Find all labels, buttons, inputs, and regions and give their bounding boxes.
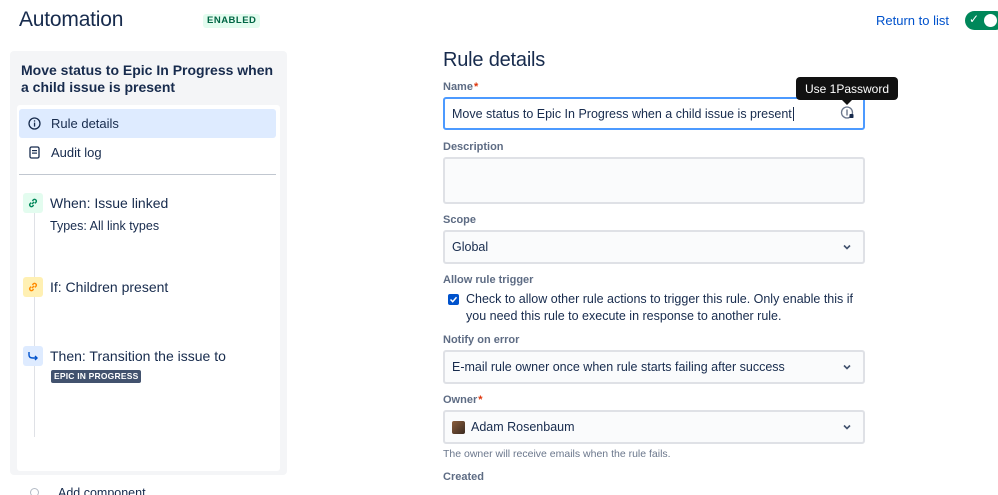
transition-icon	[23, 346, 43, 366]
allow-trigger-description: Check to allow other rule actions to tri…	[466, 292, 853, 323]
name-label-text: Name	[443, 81, 473, 93]
link-icon	[23, 193, 43, 213]
notify-value: E-mail rule owner once when rule starts …	[452, 360, 785, 374]
add-component-dot	[30, 488, 39, 495]
scope-select[interactable]: Global	[443, 230, 865, 264]
required-marker: *	[478, 394, 483, 406]
add-component-link[interactable]: Add component	[58, 486, 146, 495]
owner-label-text: Owner	[443, 394, 478, 406]
return-to-list-link[interactable]: Return to list	[876, 13, 949, 28]
description-input[interactable]	[443, 157, 865, 204]
allow-trigger-checkbox[interactable]	[448, 294, 459, 305]
owner-select[interactable]: Adam Rosenbaum	[443, 410, 865, 444]
form-title: Rule details	[443, 49, 546, 71]
rule-nav-card: Rule details Audit log When: Issue linke…	[17, 105, 280, 495]
owner-label: Owner*	[443, 394, 483, 406]
chevron-down-icon	[843, 364, 851, 370]
chevron-down-icon	[843, 244, 851, 250]
allow-trigger-label: Allow rule trigger	[443, 274, 534, 286]
component-title: If: Children present	[50, 279, 169, 295]
rule-name-input[interactable]: Move status to Epic In Progress when a c…	[443, 97, 865, 130]
info-icon	[28, 117, 41, 130]
name-label: Name*	[443, 81, 478, 93]
nav-item-label: Audit log	[51, 145, 102, 160]
component-title: Then: Transition the issue to	[50, 348, 226, 364]
component-subtitle: Types: All link types	[50, 219, 160, 233]
rule-name-value: Move status to Epic In Progress when a c…	[452, 106, 792, 121]
nav-item-rule-details[interactable]: Rule details	[19, 109, 276, 138]
check-icon: ✓	[969, 12, 980, 26]
chevron-down-icon	[843, 424, 851, 430]
rule-enabled-toggle[interactable]: ✓	[965, 11, 998, 30]
owner-value: Adam Rosenbaum	[471, 420, 575, 434]
description-label: Description	[443, 141, 504, 153]
toggle-knob	[984, 14, 997, 27]
password-manager-icon[interactable]	[840, 105, 855, 120]
nav-item-label: Rule details	[51, 116, 119, 131]
password-manager-tooltip: Use 1Password	[796, 77, 898, 105]
link-icon	[23, 277, 43, 297]
page-title: Automation	[19, 8, 124, 31]
owner-help-text: The owner will receive emails when the r…	[443, 448, 671, 460]
timeline-line	[34, 205, 35, 437]
component-title: When: Issue linked	[50, 195, 169, 211]
notify-select[interactable]: E-mail rule owner once when rule starts …	[443, 350, 865, 384]
nav-item-audit-log[interactable]: Audit log	[19, 138, 276, 167]
status-lozenge: EPIC IN PROGRESS	[51, 370, 142, 383]
rule-sidebar: Move status to Epic In Progress when a c…	[10, 51, 287, 495]
created-label: Created	[443, 471, 484, 483]
scope-label: Scope	[443, 214, 477, 226]
rule-name-heading: Move status to Epic In Progress when a c…	[21, 62, 274, 95]
status-badge: ENABLED	[203, 14, 261, 28]
notify-label: Notify on error	[443, 334, 520, 346]
scope-value: Global	[452, 240, 489, 254]
required-marker: *	[473, 81, 479, 93]
check-icon	[449, 296, 458, 303]
nav-divider	[19, 174, 276, 175]
text-caret	[792, 106, 794, 121]
avatar	[452, 420, 465, 434]
document-icon	[28, 146, 41, 159]
